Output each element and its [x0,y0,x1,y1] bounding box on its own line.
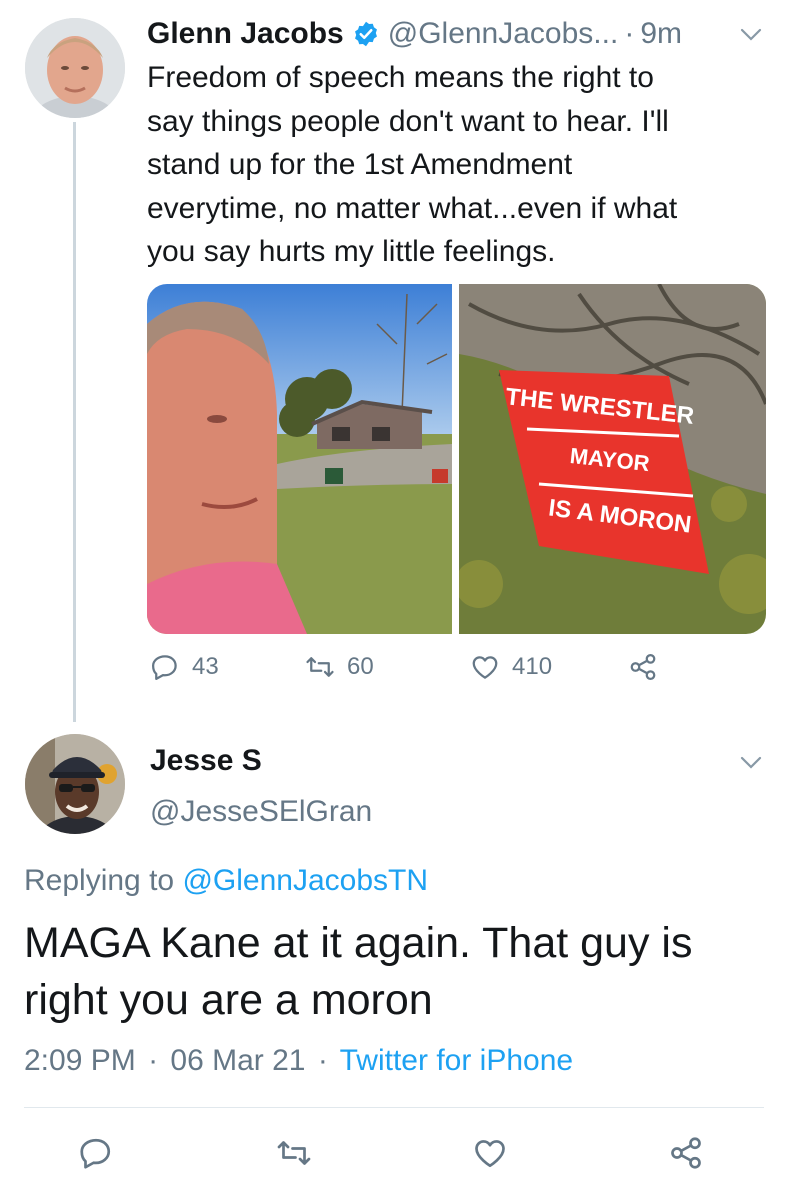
separator-dot: · [317,1044,328,1077]
reply-text: MAGA Kane at it again. That guy is right… [24,915,774,1029]
tweet-timestamp[interactable]: 9m [640,17,682,51]
tweet-header: Glenn Jacobs @GlennJacobs... · 9m [147,14,682,54]
tweet-text-line: everytime, no matter what...even if what [147,191,678,225]
reply-source[interactable]: Twitter for iPhone [340,1044,573,1077]
separator-dot: · [148,1044,159,1077]
retweet-icon[interactable] [276,1135,312,1171]
like-count: 410 [512,653,553,680]
verified-badge-icon [352,20,380,48]
reply-count: 43 [192,653,219,680]
retweet-button[interactable]: 60 [305,652,374,682]
reply-metadata: 2:09 PM · 06 Mar 21 · Twitter for iPhone [24,1044,573,1078]
tweet-text-line: stand up for the 1st Amendment [147,148,573,181]
chevron-down-icon[interactable] [740,28,762,42]
tweet-photo-sign[interactable]: THE WRESTLER MAYOR IS A MORON [459,284,766,634]
chevron-down-icon[interactable] [740,756,762,770]
author-avatar-jesse[interactable] [25,734,125,834]
reply-icon [152,655,177,680]
replying-to-prefix: Replying to [24,864,183,897]
reply-text-line: MAGA Kane at it again. That guy is [24,919,693,967]
reply-button[interactable]: 43 [150,652,219,682]
replying-to-mention[interactable]: @GlennJacobsTN [182,864,428,897]
author-handle[interactable]: @GlennJacobs... [388,17,619,51]
reply-icon[interactable] [78,1135,114,1171]
author-avatar-glenn[interactable] [25,18,125,118]
heart-icon[interactable] [472,1135,508,1171]
retweet-icon [306,657,334,677]
tweet-text: Freedom of speech means the right to say… [147,56,757,274]
reply-author-name[interactable]: Jesse S [150,744,262,778]
tweet-photo-selfie[interactable] [147,284,452,634]
thread-connector-line [73,122,76,722]
divider [24,1107,764,1108]
reply-date[interactable]: 06 Mar 21 [170,1044,305,1077]
tweet-text-line: say things people don't want to hear. I'… [147,104,669,138]
reply-time[interactable]: 2:09 PM [24,1044,136,1077]
share-icon[interactable] [668,1135,704,1171]
tweet-text-line: Freedom of speech means the right to [147,61,654,94]
tweet-text-line: you say hurts my little feelings. [147,235,556,268]
share-button[interactable] [628,652,670,682]
retweet-count: 60 [347,653,374,680]
heart-icon [472,656,498,679]
like-button[interactable]: 410 [470,652,552,682]
share-icon [630,654,656,680]
author-name[interactable]: Glenn Jacobs [147,17,344,51]
replying-to: Replying to @GlennJacobsTN [24,864,428,898]
separator-dot: · [624,17,635,50]
reply-author-handle[interactable]: @JesseSElGran [150,795,372,829]
reply-text-line: right you are a moron [24,976,433,1024]
